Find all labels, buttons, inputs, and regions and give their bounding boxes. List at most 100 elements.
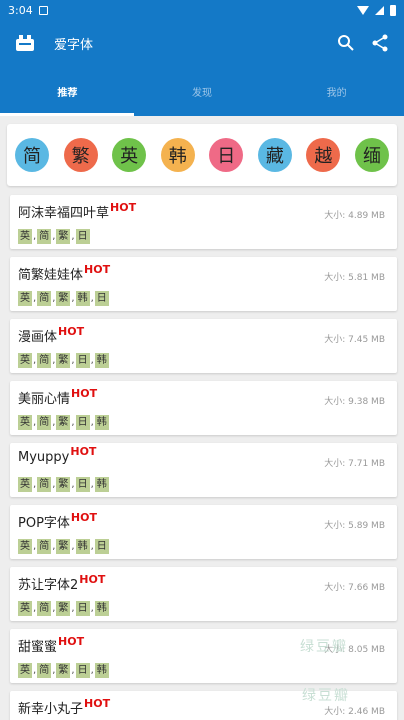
tag-separator: , <box>33 603 37 614</box>
language-tag: 英 <box>18 291 32 306</box>
language-tag: 简 <box>37 229 52 244</box>
tag-separator: , <box>90 417 94 428</box>
font-list-item[interactable]: 美丽心情HOT 大小: 9.38 MB 英, 简, 繁, 日, 韩 <box>10 381 397 435</box>
font-name: POP字体HOT <box>18 511 97 531</box>
language-tag: 英 <box>18 477 32 492</box>
language-tag: 简 <box>37 601 52 616</box>
search-icon[interactable] <box>334 31 358 55</box>
language-tag: 日 <box>75 229 90 244</box>
font-name: 甜蜜蜜HOT <box>18 635 84 655</box>
tag-separator: , <box>71 479 75 490</box>
language-tag: 简 <box>37 539 52 554</box>
font-name-text: 甜蜜蜜 <box>18 640 58 655</box>
signal-icon <box>375 5 384 15</box>
tag-separator: , <box>33 541 37 552</box>
tag-separator: , <box>33 293 37 304</box>
app-logo-icon <box>14 34 36 52</box>
font-name-text: POP字体 <box>18 516 70 531</box>
language-tags: 英,简,繁,日,韩 <box>18 415 110 430</box>
language-tags: 英,简,繁,日,韩 <box>18 477 110 492</box>
tag-separator: , <box>52 355 56 366</box>
font-list-item[interactable]: 阿沫幸福四叶草HOT 大小: 4.89 MB 英, 简, 繁, 日 <box>10 195 397 249</box>
tag-separator: , <box>52 479 56 490</box>
language-tag: 英 <box>18 229 32 244</box>
lang-simplified-button[interactable]: 简 <box>15 138 49 172</box>
font-name: 苏让字体2HOT <box>18 573 105 593</box>
lang-korean-button[interactable]: 韩 <box>160 138 195 172</box>
language-filter-row: 简 繁 英 韩 日 藏 越 缅 <box>7 124 397 186</box>
language-tag: 繁 <box>56 415 71 430</box>
font-name: 漫画体HOT <box>18 325 85 345</box>
tag-separator: , <box>52 417 56 428</box>
language-tags: 英,简,繁,日 <box>18 229 91 244</box>
tag-separator: , <box>52 541 56 552</box>
language-tag: 繁 <box>56 477 71 492</box>
hot-badge: HOT <box>71 387 98 400</box>
tag-separator: , <box>71 417 75 428</box>
font-name-text: 阿沫幸福四叶草 <box>18 206 110 221</box>
hot-badge: HOT <box>110 201 137 214</box>
lang-traditional-button[interactable]: 繁 <box>63 138 98 172</box>
tag-separator: , <box>90 479 94 490</box>
share-icon[interactable] <box>368 31 392 55</box>
tag-separator: , <box>90 355 94 366</box>
status-time: 3:04 <box>8 3 33 17</box>
tag-separator: , <box>52 665 56 676</box>
language-tag: 繁 <box>56 539 71 554</box>
lang-vietnamese-button[interactable]: 越 <box>306 138 341 172</box>
font-list-item[interactable]: 漫画体HOT 大小: 7.45 MB 英, 简, 繁, 日, 韩 <box>10 319 397 373</box>
language-tag: 繁 <box>56 663 71 678</box>
language-tag: 韩 <box>94 415 109 430</box>
lang-tibetan-button[interactable]: 藏 <box>257 138 292 172</box>
font-name-text: 苏让字体2 <box>18 578 79 593</box>
hot-badge: HOT <box>70 445 97 458</box>
language-tag: 简 <box>37 477 52 492</box>
watermark: 绿豆瓣 <box>300 639 348 655</box>
lang-japanese-button[interactable]: 日 <box>209 138 244 172</box>
language-tags: 英,简,繁,韩,日 <box>18 539 110 554</box>
tag-separator: , <box>71 231 75 242</box>
language-tag: 日 <box>75 663 90 678</box>
font-list-item[interactable]: POP字体HOT 大小: 5.89 MB 英, 简, 繁, 韩, 日 <box>10 505 397 559</box>
font-name: 新幸小丸子HOT <box>18 697 110 717</box>
language-tag: 日 <box>94 291 109 306</box>
tag-separator: , <box>52 293 56 304</box>
tag-separator: , <box>33 479 37 490</box>
language-tag: 繁 <box>56 229 71 244</box>
language-tag: 繁 <box>56 353 71 368</box>
lang-english-button[interactable]: 英 <box>112 138 147 172</box>
language-tag: 韩 <box>94 477 109 492</box>
lang-burmese-button[interactable]: 缅 <box>354 138 389 172</box>
font-size-label: 大小: 7.45 MB <box>324 335 385 345</box>
tag-separator: , <box>71 541 75 552</box>
app-title: 爱字体 <box>54 37 94 53</box>
tag-separator: , <box>52 231 56 242</box>
font-size-label: 大小: 9.38 MB <box>324 397 385 407</box>
font-list-item[interactable]: 苏让字体2HOT 大小: 7.66 MB 英, 简, 繁, 日, 韩 <box>10 567 397 621</box>
language-tag: 简 <box>37 291 52 306</box>
font-size-label: 大小: 7.71 MB <box>324 459 385 469</box>
hot-badge: HOT <box>58 325 85 338</box>
tag-separator: , <box>90 541 94 552</box>
tab-discover[interactable]: 发现 <box>135 66 270 116</box>
language-tag: 英 <box>18 539 32 554</box>
tab-mine[interactable]: 我的 <box>269 66 404 116</box>
language-tags: 英,简,繁,日,韩 <box>18 601 110 616</box>
tag-separator: , <box>71 355 75 366</box>
tab-recommend[interactable]: 推荐 <box>0 66 135 116</box>
tag-separator: , <box>90 293 94 304</box>
font-size-label: 大小: 7.66 MB <box>324 583 385 593</box>
tag-separator: , <box>71 293 75 304</box>
tag-separator: , <box>90 603 94 614</box>
font-size-label: 大小: 4.89 MB <box>324 211 385 221</box>
font-list-item[interactable]: MyuppyHOT 大小: 7.71 MB 英, 简, 繁, 日, 韩 <box>10 443 397 497</box>
font-size-label: 大小: 2.46 MB <box>324 707 385 717</box>
tag-separator: , <box>52 603 56 614</box>
language-tag: 英 <box>18 601 32 616</box>
tab-indicator <box>0 113 134 116</box>
language-tag: 韩 <box>75 539 90 554</box>
language-tag: 韩 <box>75 291 90 306</box>
font-size-label: 大小: 5.81 MB <box>324 273 385 283</box>
tag-separator: , <box>33 417 37 428</box>
font-list-item[interactable]: 简繁娃娃体HOT 大小: 5.81 MB 英, 简, 繁, 韩, 日 <box>10 257 397 311</box>
